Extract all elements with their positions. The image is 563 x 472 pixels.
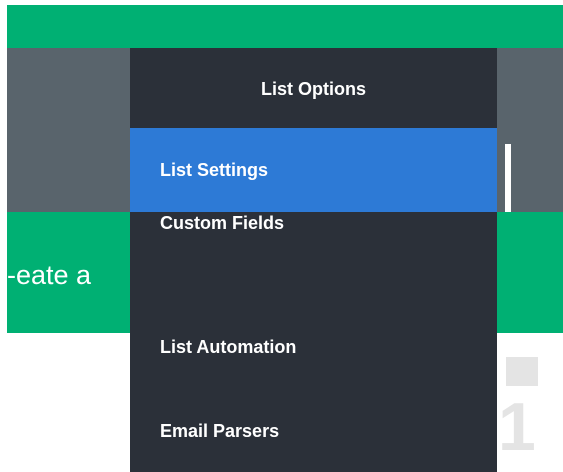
menu-item-label: List Settings [160,160,269,180]
menu-item-label: List Automation [160,337,297,357]
menu-item-label: Custom Fields [160,213,285,233]
top-green-bar [7,5,563,48]
background-digit: 1 [498,389,536,465]
menu-item-list-settings[interactable]: List Settings [130,128,497,212]
scroll-indicator [505,144,511,212]
list-options-menu: List Options List Settings Custom Fields… [130,48,497,472]
menu-item-email-parsers[interactable]: Email Parsers [130,416,497,446]
background-placeholder [506,357,538,386]
menu-item-custom-fields[interactable]: Custom Fields [130,208,497,248]
menu-title: List Options [261,79,366,99]
menu-item-label: Email Parsers [160,421,280,441]
banner-text: -eate a [7,260,92,290]
menu-item-list-automation[interactable]: List Automation [130,332,497,362]
